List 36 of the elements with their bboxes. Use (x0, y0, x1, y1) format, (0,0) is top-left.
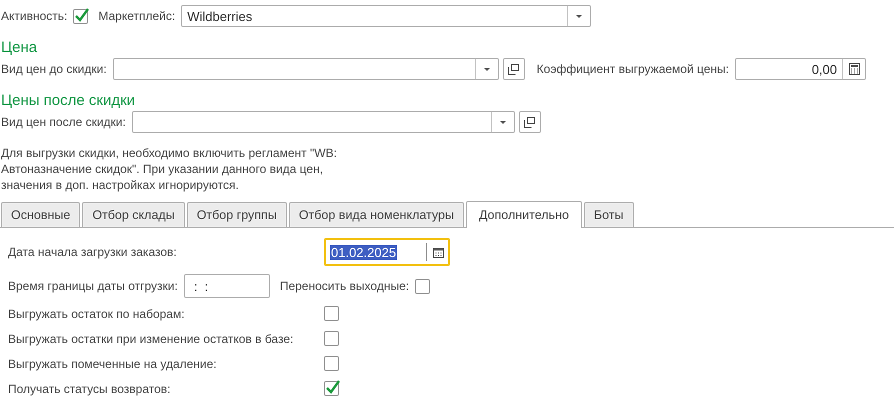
checkbox[interactable] (324, 331, 339, 346)
checkbox[interactable] (415, 278, 430, 294)
time-field[interactable]: : : (184, 274, 270, 298)
section-title: Цена (1, 39, 38, 56)
field-label: Активность: (1, 9, 68, 23)
checkbox[interactable] (324, 306, 339, 321)
price-type-field[interactable] (132, 111, 515, 133)
section-title: Цены после скидки (1, 92, 136, 109)
field-label: Коэффициент выгружаемой цены: (536, 62, 729, 76)
tab[interactable]: Отбор группы (186, 202, 287, 227)
tab[interactable]: Отбор вида номенклатуры (288, 202, 464, 227)
tab[interactable]: Отбор склады (82, 202, 185, 227)
tab[interactable]: Дополнительно (466, 201, 582, 228)
calendar-icon[interactable] (433, 246, 444, 258)
field-label: Маркетплейс: (98, 9, 176, 23)
marketplace-field[interactable]: Wildberries (181, 5, 592, 27)
open-icon[interactable] (518, 111, 541, 133)
coefficient-field[interactable]: 0,00 (735, 58, 866, 80)
field-label: Вид цен до скидки: (1, 62, 107, 76)
open-icon[interactable] (502, 58, 525, 80)
field-label: Переносить выходные: (280, 279, 410, 293)
field-label: Вид цен после скидки: (1, 115, 126, 129)
checkbox[interactable] (324, 356, 339, 371)
tab[interactable]: Основные (1, 202, 80, 227)
note-text: Для выгрузки скидки, необходимо включить регламент "WB: Автоназначение скидок". При указании данного вида цен, значения в доп. настройках игнорируются. (1, 145, 338, 193)
price-type-field[interactable] (112, 58, 499, 80)
date-field[interactable]: 01.02.2025 (324, 238, 450, 266)
checkbox[interactable] (324, 381, 339, 396)
tab[interactable]: Боты (584, 202, 634, 227)
checkbox[interactable] (73, 8, 88, 24)
field-label: Выгружать остатки при изменение остатков в базе: (8, 332, 294, 346)
field-label: Дата начала загрузки заказов: (8, 245, 178, 259)
field-label: Выгружать остаток по наборам: (8, 306, 186, 320)
field-label: Получать статусы возвратов: (8, 382, 172, 396)
field-label: Время границы даты отгрузки: (8, 279, 178, 293)
field-label: Выгружать помеченные на удаление: (8, 356, 218, 370)
